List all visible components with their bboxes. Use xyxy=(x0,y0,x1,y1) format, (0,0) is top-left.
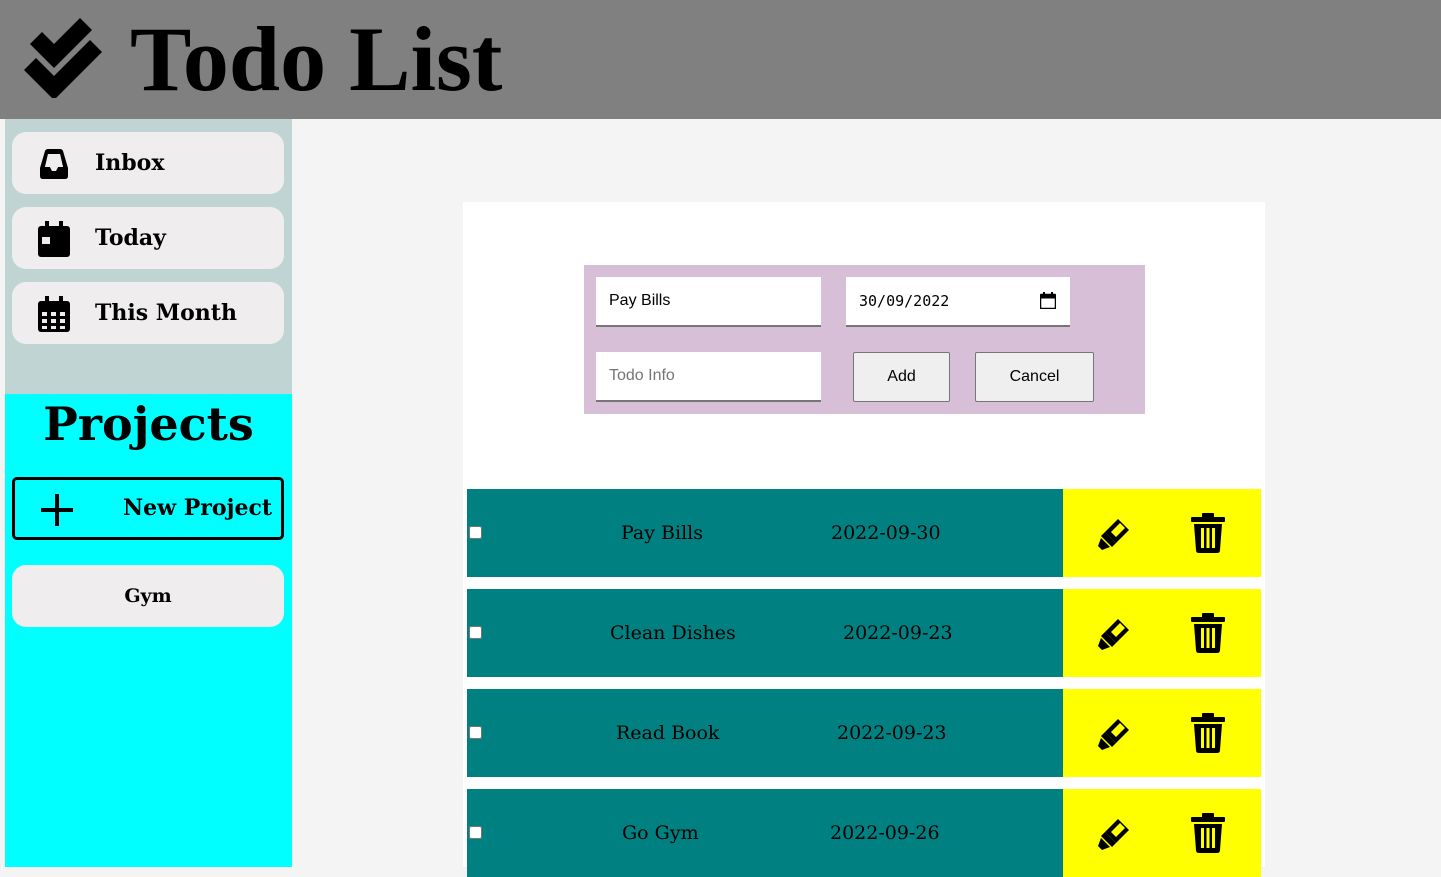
todo-actions xyxy=(1063,589,1261,677)
todo-title: Read Book xyxy=(616,722,720,744)
todo-actions xyxy=(1063,489,1261,577)
highlighter-edit-icon[interactable] xyxy=(1098,816,1132,850)
todo-title-input[interactable] xyxy=(596,277,821,327)
new-project-label: New Project xyxy=(123,495,273,521)
projects-panel: Projects New Project Gym xyxy=(5,394,292,867)
trash-icon[interactable] xyxy=(1191,513,1225,553)
sidebar-nav: Inbox Today This Month xyxy=(5,119,292,394)
todo-checkbox[interactable] xyxy=(469,726,482,739)
todo-row: Pay Bills 2022-09-30 xyxy=(467,489,1261,577)
todo-date: 2022-09-23 xyxy=(843,622,953,644)
todo-title: Clean Dishes xyxy=(610,622,736,644)
calendar-day-icon xyxy=(38,221,70,257)
todo-row: Read Book 2022-09-23 xyxy=(467,689,1261,777)
trash-icon[interactable] xyxy=(1191,813,1225,853)
todo-title: Pay Bills xyxy=(621,522,703,544)
calendar-month-icon xyxy=(38,296,70,332)
calendar-picker-icon[interactable] xyxy=(1040,292,1056,309)
date-value: 30/09/2022 xyxy=(859,292,950,310)
projects-heading: Projects xyxy=(43,397,254,451)
todo-checkbox[interactable] xyxy=(469,626,482,639)
todo-checkbox[interactable] xyxy=(469,826,482,839)
todo-date: 2022-09-23 xyxy=(837,722,947,744)
add-button[interactable]: Add xyxy=(853,352,950,402)
cancel-button[interactable]: Cancel xyxy=(975,352,1094,402)
highlighter-edit-icon[interactable] xyxy=(1098,716,1132,750)
todo-row-body: Read Book 2022-09-23 xyxy=(467,689,1063,777)
todo-row-body: Go Gym 2022-09-26 xyxy=(467,789,1063,877)
highlighter-edit-icon[interactable] xyxy=(1098,516,1132,550)
sidebar-item-label: Today xyxy=(95,225,166,251)
trash-icon[interactable] xyxy=(1191,613,1225,653)
app-header: Todo List xyxy=(0,0,1441,119)
inbox-icon xyxy=(40,149,68,179)
sidebar-item-label: This Month xyxy=(95,300,237,326)
sidebar-item-label: Inbox xyxy=(95,150,165,176)
trash-icon[interactable] xyxy=(1191,713,1225,753)
todo-row-body: Clean Dishes 2022-09-23 xyxy=(467,589,1063,677)
todo-checkbox[interactable] xyxy=(469,526,482,539)
todo-actions xyxy=(1063,689,1261,777)
new-project-button[interactable]: New Project xyxy=(12,477,284,540)
todo-actions xyxy=(1063,789,1261,877)
todo-row: Go Gym 2022-09-26 xyxy=(467,789,1261,877)
project-item-gym[interactable]: Gym xyxy=(12,565,284,627)
sidebar-item-today[interactable]: Today xyxy=(12,207,284,269)
todo-date: 2022-09-26 xyxy=(830,822,940,844)
highlighter-edit-icon[interactable] xyxy=(1098,616,1132,650)
plus-icon xyxy=(41,494,73,526)
add-todo-form: 30/09/2022 Add Cancel xyxy=(584,265,1145,414)
todo-date-input[interactable]: 30/09/2022 xyxy=(846,277,1070,327)
app-title: Todo List xyxy=(130,8,503,110)
sidebar-item-this-month[interactable]: This Month xyxy=(12,282,284,344)
todo-title: Go Gym xyxy=(622,822,699,844)
todo-date: 2022-09-30 xyxy=(831,522,941,544)
todo-row-body: Pay Bills 2022-09-30 xyxy=(467,489,1063,577)
todo-row: Clean Dishes 2022-09-23 xyxy=(467,589,1261,677)
todo-info-input[interactable] xyxy=(596,352,821,402)
double-check-icon xyxy=(24,18,102,98)
sidebar-item-inbox[interactable]: Inbox xyxy=(12,132,284,194)
